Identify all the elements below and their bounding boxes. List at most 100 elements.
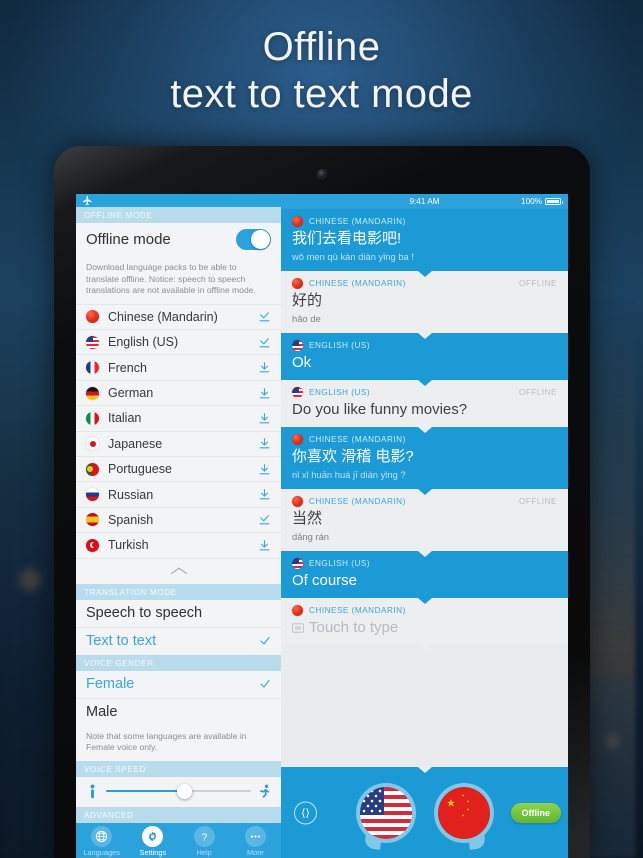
voice-speed-slider[interactable]	[106, 783, 251, 799]
option-label: Male	[86, 703, 118, 720]
language-row[interactable]: Chinese (Mandarin)	[76, 303, 281, 329]
tab-more[interactable]: More	[230, 825, 281, 857]
translation-mode-option[interactable]: Speech to speech	[76, 599, 281, 627]
language-row[interactable]: Japanese	[76, 430, 281, 456]
tab-label: More	[246, 847, 264, 857]
battery-indicator: 100%	[521, 197, 563, 206]
translation-mode-list: Speech to speech Text to text	[76, 599, 281, 655]
tr-flag-icon	[86, 538, 99, 552]
language-list: Chinese (Mandarin) English (US) French G…	[76, 303, 281, 558]
download-arrow-icon[interactable]	[258, 463, 271, 476]
tab-label: Languages	[83, 847, 120, 857]
bubble-notch	[417, 489, 432, 495]
message-pinyin: dāng rán	[292, 531, 330, 542]
cn-flag-icon	[292, 605, 303, 616]
collapse-languages-button[interactable]	[76, 557, 281, 584]
airplane-mode-icon	[82, 195, 92, 206]
language-row[interactable]: English (US)	[76, 329, 281, 354]
message-bubble[interactable]: CHINESE (MANDARIN) 你喜欢 滑稽 电影? nǐ xǐ huān…	[281, 427, 568, 495]
status-badge[interactable]: Offline	[510, 802, 561, 823]
tablet-device-frame: OFFLINE MODE Offline mode Download langu…	[54, 146, 590, 858]
placeholder-text: Touch to type	[309, 619, 399, 636]
tab-help[interactable]: ? Help	[179, 825, 230, 857]
voice-gender-list: Female Male	[76, 670, 281, 726]
message-pinyin: hǎo de	[292, 313, 321, 324]
message-bubble[interactable]: CHINESE (MANDARIN) OFFLINE 当然 dāng rán	[281, 489, 568, 557]
message-text: Of course	[292, 572, 358, 589]
download-arrow-icon[interactable]	[258, 437, 271, 450]
language-row[interactable]: German	[76, 379, 281, 405]
pt-flag-icon	[86, 462, 99, 476]
voice-gender-note: Note that some languages are available i…	[76, 725, 281, 761]
option-label: Speech to speech	[86, 604, 203, 621]
slider-thumb[interactable]	[177, 783, 193, 799]
language-row[interactable]: Russian	[76, 481, 281, 506]
message-language-label: ENGLISH (US)	[309, 341, 371, 350]
bubble-notch	[417, 598, 432, 604]
language-selector-footer: ⟨⟩ Offline	[281, 767, 568, 858]
message-bubble[interactable]: CHINESE (MANDARIN) Touch to type	[281, 598, 568, 650]
touch-to-type-row[interactable]: Touch to type	[292, 619, 557, 636]
language-row[interactable]: Portuguese	[76, 456, 281, 481]
language-row[interactable]: French	[76, 354, 281, 379]
bubble-notch	[417, 427, 432, 433]
message-text: 好的	[292, 292, 323, 309]
message-language-label: CHINESE (MANDARIN)	[309, 497, 406, 506]
bubble-notch	[417, 380, 432, 386]
bubble-header: CHINESE (MANDARIN)	[292, 434, 557, 445]
download-arrow-icon[interactable]	[258, 539, 271, 552]
ru-flag-icon	[86, 488, 99, 502]
translation-mode-option[interactable]: Text to text	[76, 626, 281, 655]
message-bubble[interactable]: ENGLISH (US) Ok	[281, 333, 568, 386]
bottom-tab-bar: Languages Settings ? Help More	[76, 822, 281, 858]
offline-mode-row[interactable]: Offline mode	[76, 223, 281, 258]
us-flag-icon	[292, 340, 303, 351]
cn-flag-icon	[292, 496, 303, 507]
language-row[interactable]: Italian	[76, 405, 281, 430]
downloaded-check-icon[interactable]	[258, 336, 271, 349]
language-name: Chinese (Mandarin)	[108, 309, 218, 324]
option-label: Text to text	[86, 632, 157, 649]
swap-languages-icon[interactable]: ⟨⟩	[294, 801, 317, 824]
downloaded-check-icon[interactable]	[258, 513, 271, 526]
bubble-header: ENGLISH (US)	[292, 340, 557, 351]
language-name: Italian	[108, 411, 142, 426]
offline-badge: OFFLINE	[519, 279, 557, 288]
source-language-flag-button[interactable]	[355, 782, 416, 850]
message-list: CHINESE (MANDARIN) 我们去看电影吧! wǒ men qù kà…	[281, 209, 568, 767]
standing-person-icon	[90, 784, 95, 798]
battery-icon	[545, 198, 563, 205]
message-text: Ok	[292, 354, 312, 371]
target-language-flag-button[interactable]	[433, 782, 494, 850]
footer-notch	[417, 767, 432, 773]
message-pinyin: nǐ xǐ huān huá jī diàn yǐng ?	[292, 469, 406, 480]
message-bubble[interactable]: ENGLISH (US) OFFLINE Do you like funny m…	[281, 380, 568, 433]
language-row[interactable]: Turkish	[76, 532, 281, 557]
voice-gender-option[interactable]: Male	[76, 697, 281, 726]
option-label: Female	[86, 675, 135, 692]
download-arrow-icon[interactable]	[258, 412, 271, 425]
message-bubble[interactable]: CHINESE (MANDARIN) OFFLINE 好的 hǎo de	[281, 271, 568, 339]
us-flag-icon	[359, 786, 412, 839]
download-arrow-icon[interactable]	[258, 361, 271, 374]
check-icon	[260, 679, 270, 688]
chevron-up-icon	[170, 567, 187, 574]
offline-mode-toggle[interactable]	[236, 229, 271, 251]
ellipsis-icon	[250, 834, 260, 838]
download-arrow-icon[interactable]	[258, 387, 271, 400]
language-row[interactable]: Spanish	[76, 506, 281, 532]
es-flag-icon	[86, 513, 99, 527]
tab-icon-circle	[142, 825, 164, 847]
headline-line-2: text to text mode	[170, 72, 473, 116]
download-arrow-icon[interactable]	[258, 488, 271, 501]
downloaded-check-icon[interactable]	[258, 310, 271, 323]
message-bubble[interactable]: CHINESE (MANDARIN) 我们去看电影吧! wǒ men qù kà…	[281, 209, 568, 277]
voice-gender-option[interactable]: Female	[76, 670, 281, 698]
message-pinyin: wǒ men qù kàn diàn yǐng ba !	[292, 251, 414, 262]
cn-flag-icon	[292, 434, 303, 445]
keyboard-icon	[292, 622, 304, 633]
tab-settings[interactable]: Settings	[127, 825, 178, 857]
tab-languages[interactable]: Languages	[76, 825, 127, 857]
section-header-translation-mode: TRANSLATION MODE	[76, 583, 281, 600]
message-bubble[interactable]: ENGLISH (US) Of course	[281, 551, 568, 604]
